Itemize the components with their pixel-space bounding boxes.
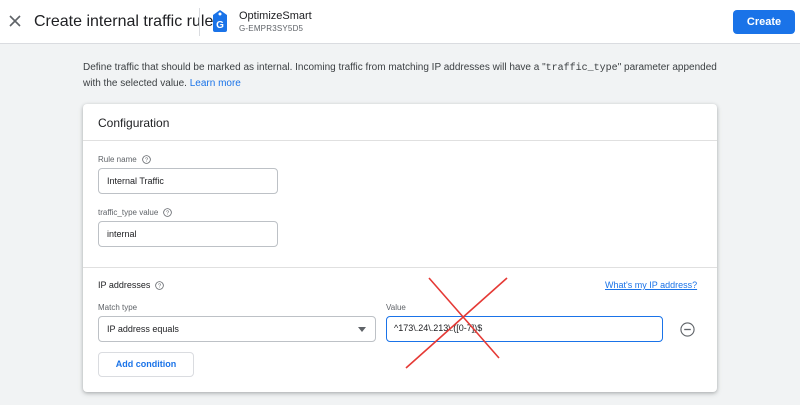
property-id: G-EMPR3SY5D5 [239,24,304,33]
analytics-property-icon: G [213,10,227,32]
help-icon[interactable]: ? [155,281,165,290]
remove-circle-icon[interactable] [680,322,695,337]
property-name: OptimizeSmart [239,10,312,22]
match-type-value: IP address equals [107,324,179,334]
traffic-type-input[interactable]: internal [98,221,278,247]
match-type-label: Match type [98,303,138,312]
rule-name-input[interactable]: Internal Traffic [98,168,278,194]
add-condition-button[interactable]: Add condition [98,352,194,377]
divider [83,267,717,268]
description-text: Define traffic that should be marked as … [83,62,546,73]
create-button[interactable]: Create [733,10,795,34]
configuration-card: Configuration Rule name? Internal Traffi… [83,104,717,392]
svg-text:G: G [216,20,224,31]
value-label: Value [386,303,406,312]
traffic-type-code: traffic_type [545,63,618,74]
dropdown-caret-icon [358,327,366,332]
ip-addresses-title: IP addresses? [98,280,165,290]
learn-more-link[interactable]: Learn more [190,78,241,89]
close-icon[interactable] [6,12,24,30]
card-title: Configuration [98,116,170,130]
divider [199,8,200,36]
match-type-select[interactable]: IP address equals [98,316,376,342]
traffic-type-label: traffic_type value? [98,208,173,218]
help-icon[interactable]: ? [141,155,151,165]
description: Define traffic that should be marked as … [83,60,723,91]
help-icon[interactable]: ? [163,208,173,218]
divider [83,140,717,141]
top-bar: Create internal traffic rule G OptimizeS… [0,0,800,44]
rule-name-label: Rule name? [98,155,151,165]
ip-value-input[interactable]: ^173\.24\.213\.([0-7])$ [386,316,663,342]
whats-my-ip-link[interactable]: What's my IP address? [605,280,697,290]
page-title: Create internal traffic rule [34,13,214,30]
